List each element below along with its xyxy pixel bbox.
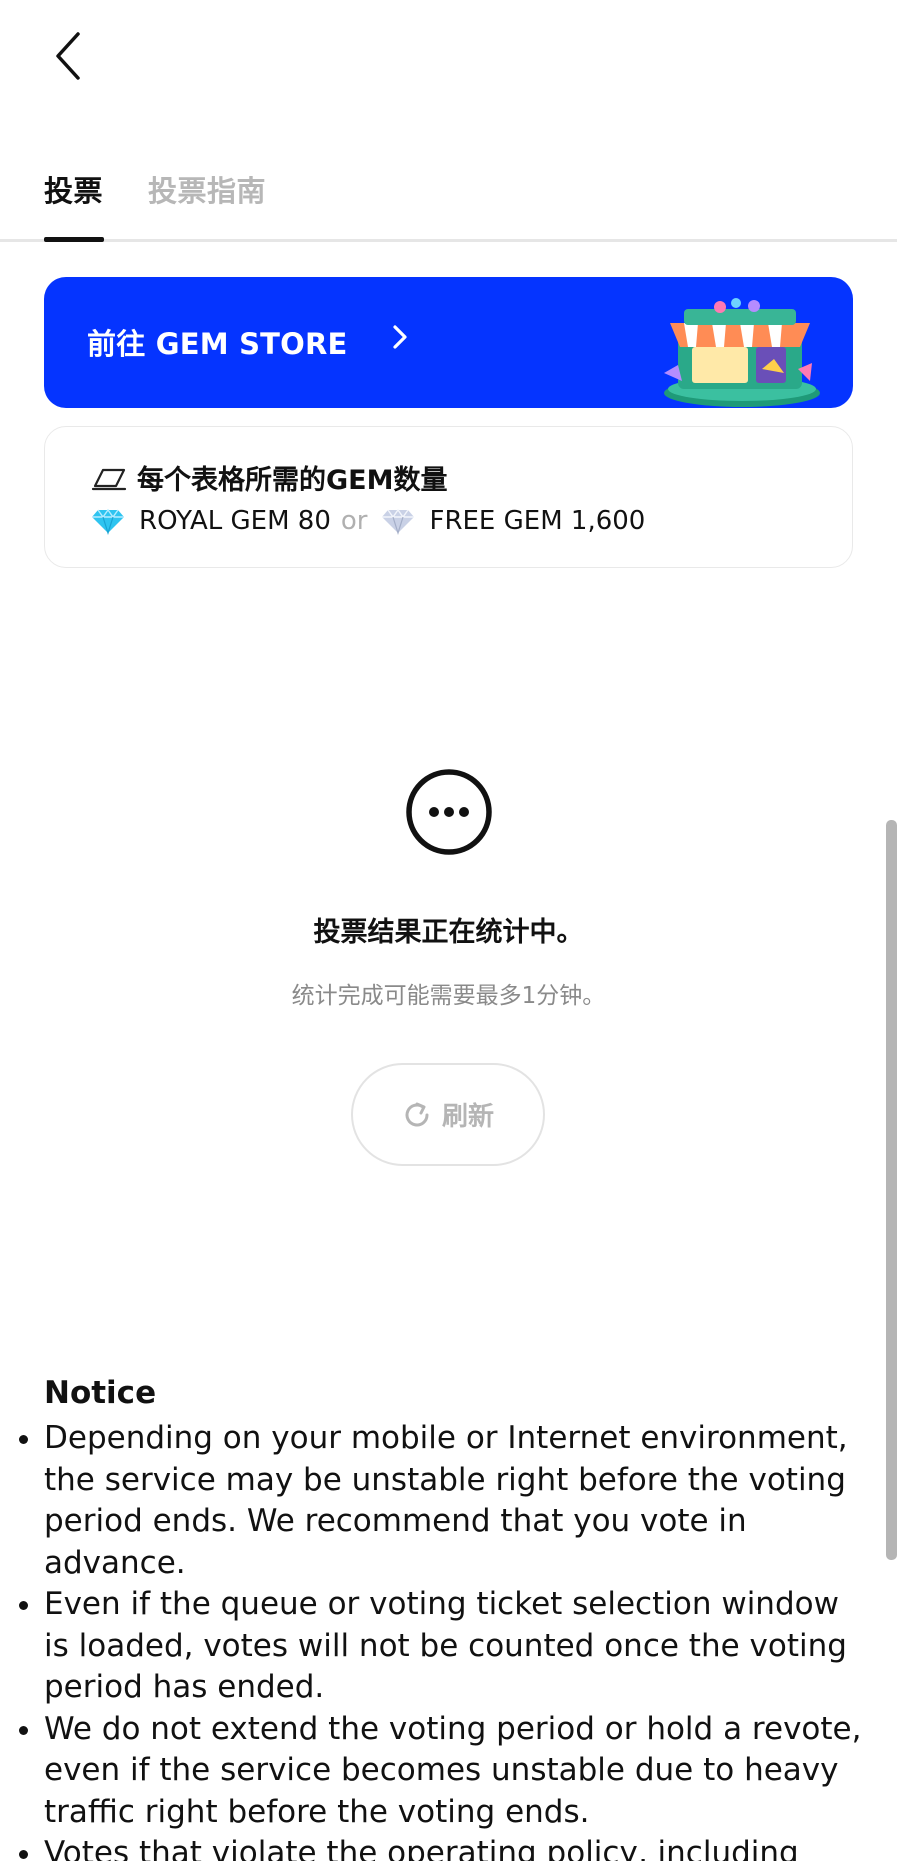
active-tab-indicator — [44, 237, 104, 242]
tab-vote[interactable]: 投票 — [44, 168, 103, 210]
gem-cost-row: ROYAL GEM 80 or FREE GEM 1,600 — [91, 506, 645, 536]
ticket-icon — [91, 468, 127, 490]
free-gem-icon — [381, 507, 415, 535]
gem-title-row: 每个表格所需的GEM数量 — [91, 458, 447, 497]
notice-item: We do not extend the voting period or ho… — [19, 1709, 864, 1834]
status-title: 投票结果正在统计中。 — [313, 917, 584, 948]
gem-store-illustration — [664, 298, 820, 407]
refresh-button[interactable]: 刷新 — [351, 1063, 545, 1166]
royal-gem-icon — [91, 507, 125, 535]
gem-requirement-card: 每个表格所需的GEM数量 ROYAL GEM 80 or FREE GEM 1,… — [44, 426, 853, 568]
tab-vote-guide[interactable]: 投票指南 — [148, 168, 266, 210]
gem-card-title: 每个表格所需的GEM数量 — [137, 465, 448, 496]
notice-item: Depending on your mobile or Internet env… — [19, 1418, 864, 1584]
tab-bar: 投票 投票指南 — [0, 160, 897, 242]
or-separator: or — [340, 506, 368, 536]
notice-item: Even if the queue or voting ticket selec… — [19, 1584, 864, 1709]
back-arrow-icon — [56, 32, 80, 80]
notice-list: Depending on your mobile or Internet env… — [19, 1418, 864, 1861]
gem-store-label: 前往 GEM STORE — [87, 327, 348, 361]
status-subtitle: 统计完成可能需要最多1分钟。 — [291, 983, 606, 1009]
chevron-right-icon — [393, 325, 407, 349]
more-dots-icon — [406, 769, 492, 855]
refresh-icon — [405, 1102, 429, 1126]
scrollbar-thumb[interactable] — [886, 820, 897, 1560]
free-gem-cost: FREE GEM 1,600 — [429, 506, 646, 536]
notice-title: Notice — [44, 1375, 157, 1411]
royal-gem-cost: ROYAL GEM 80 — [139, 506, 331, 536]
vote-page: 投票 投票指南 前往 GEM STORE 每个表格所需的GEM数量 ROYAL … — [0, 0, 897, 1861]
notice-item: Votes that violate the operating policy,… — [19, 1833, 864, 1861]
refresh-label: 刷新 — [441, 1102, 494, 1132]
gem-store-banner[interactable]: 前往 GEM STORE — [44, 277, 853, 408]
back-button[interactable] — [44, 28, 92, 84]
